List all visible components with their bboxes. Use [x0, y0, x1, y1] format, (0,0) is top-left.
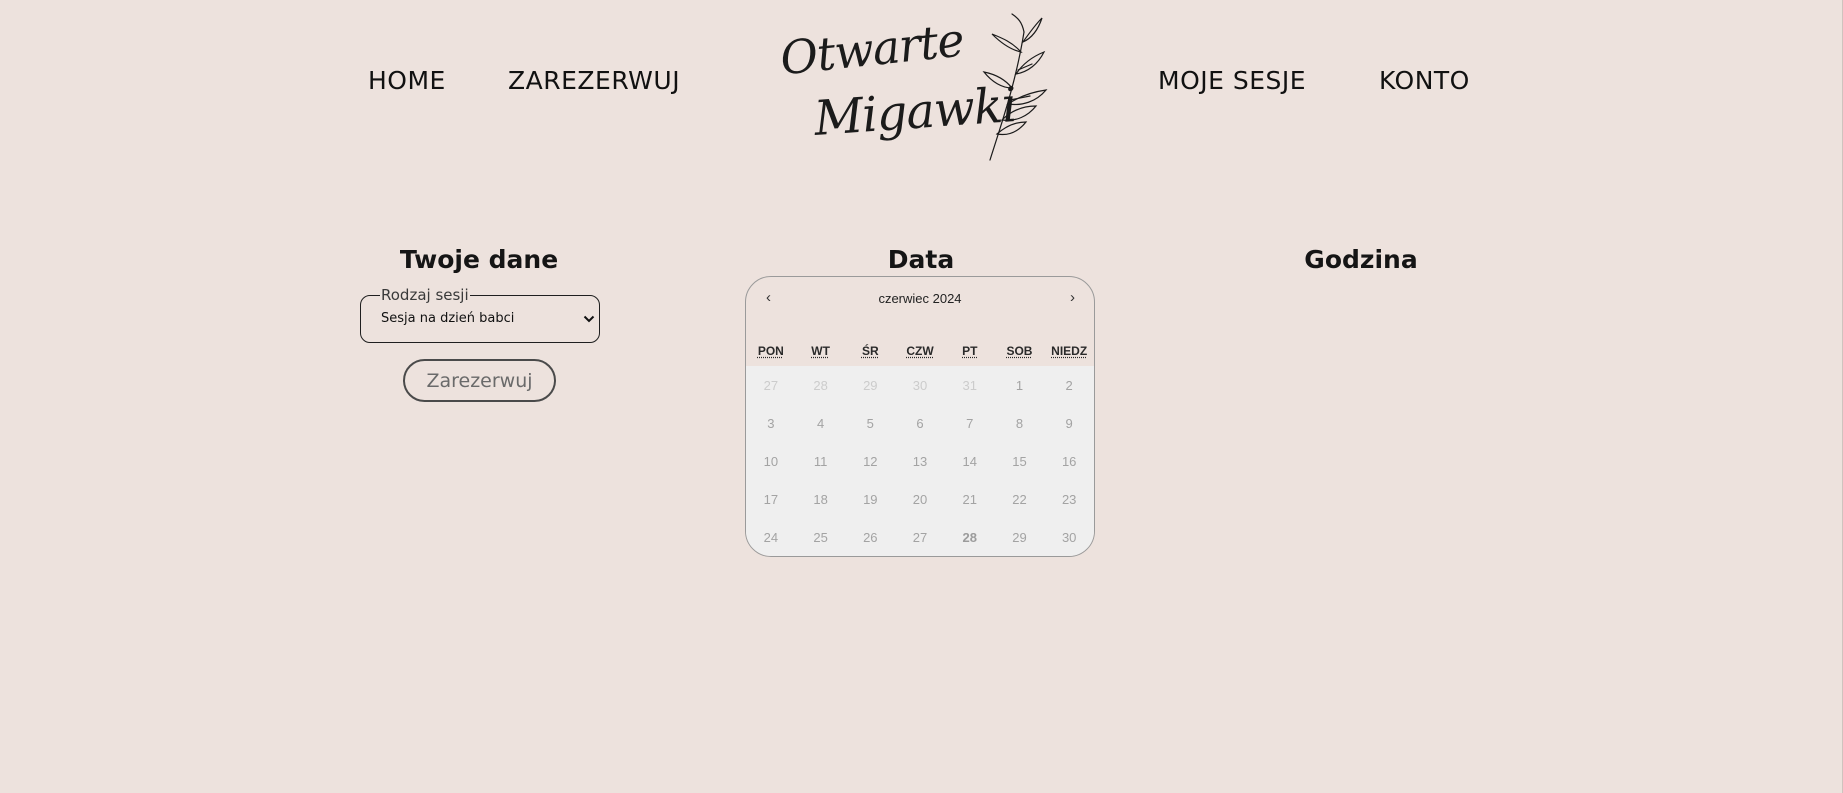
logo-text-line1: Otwarte: [777, 12, 967, 86]
calendar-day-today: 28: [962, 529, 977, 545]
calendar-day: 9: [1065, 415, 1073, 431]
site-logo[interactable]: Otwarte Migawki: [776, 10, 1058, 162]
weekday-fri: PT: [962, 344, 978, 358]
calendar-day: 15: [1012, 453, 1027, 469]
calendar-day: 13: [912, 453, 928, 469]
chevron-down-icon: [583, 315, 595, 323]
calendar-day: 26: [863, 529, 878, 545]
calendar-week-row: 10 11 12 13 14 15 16: [746, 442, 1094, 480]
calendar-day: 8: [1015, 415, 1024, 431]
calendar-day-outside-month: 31: [962, 377, 977, 393]
calendar-day: 20: [912, 491, 928, 507]
branch-icon: [982, 13, 1048, 161]
calendar-day: 7: [966, 415, 974, 431]
nav-book-link[interactable]: ZAREZERWUJ: [508, 66, 680, 95]
weekday-sun: NIEDZ: [1051, 344, 1088, 358]
calendar-day-outside-month: 30: [912, 377, 928, 393]
calendar-day: 19: [863, 491, 878, 507]
calendar-day: 12: [863, 453, 878, 469]
calendar-day: 25: [813, 529, 828, 545]
session-type-value: Sesja na dzień babci: [381, 311, 515, 326]
book-button[interactable]: Zarezerwuj: [403, 359, 556, 402]
calendar-month-label: czerwiec 2024: [878, 291, 962, 306]
calendar-day: 21: [962, 491, 977, 507]
session-type-legend: Rodzaj sesji: [380, 286, 470, 304]
nav-home-link[interactable]: HOME: [368, 66, 446, 95]
calendar-day: 17: [763, 491, 779, 507]
calendar-day: 23: [1061, 491, 1077, 507]
weekday-sat: SOB: [1006, 344, 1033, 358]
calendar-day-outside-month: 28: [813, 377, 828, 393]
calendar-day: 11: [813, 453, 828, 469]
calendar-week-row: 17 18 19 20 21 22 23: [746, 480, 1094, 518]
calendar-day: 30: [1061, 529, 1077, 545]
calendar-day: 29: [1012, 529, 1027, 545]
section-title-date: Data: [887, 244, 955, 274]
calendar-day: 24: [763, 529, 779, 545]
calendar-day: 4: [816, 415, 825, 431]
calendar-day: 27: [912, 529, 928, 545]
calendar-week-row: 24 25 26 27 28 29 30: [746, 518, 1094, 556]
calendar-days-grid: 27 28 29 30 31 1 2 3 4 5 6 7 8 9 10 11 1…: [746, 366, 1094, 556]
calendar-week-row: 27 28 29 30 31 1 2: [746, 366, 1094, 404]
calendar-week-row: 3 4 5 6 7 8 9: [746, 404, 1094, 442]
calendar-day: 22: [1012, 491, 1027, 507]
weekday-wed: ŚR: [861, 344, 879, 358]
calendar-day-outside-month: 29: [863, 377, 878, 393]
date-calendar: ‹ czerwiec 2024 › PON WT ŚR CZW PT SOB N…: [745, 276, 1095, 557]
session-type-select[interactable]: Rodzaj sesji Sesja na dzień babci: [360, 286, 600, 343]
calendar-day: 3: [767, 415, 775, 431]
calendar-day: 1: [1015, 377, 1024, 393]
nav-account-link[interactable]: KONTO: [1379, 66, 1470, 95]
section-title-your-data: Twoje dane: [399, 244, 559, 274]
site-header: HOME ZAREZERWUJ Otwarte Migawki MOJE SES…: [0, 0, 1843, 165]
calendar-day: 2: [1065, 377, 1073, 393]
calendar-day: 5: [866, 415, 874, 431]
section-title-time: Godzina: [1304, 244, 1418, 274]
calendar-day-outside-month: 27: [763, 377, 779, 393]
calendar-day: 16: [1061, 453, 1077, 469]
calendar-day: 14: [962, 453, 977, 469]
calendar-day: 10: [763, 453, 779, 469]
weekday-mon: PON: [757, 344, 784, 358]
calendar-weekday-header: PON WT ŚR CZW PT SOB NIEDZ: [746, 344, 1094, 358]
calendar-next-month-button[interactable]: ›: [1070, 289, 1075, 306]
calendar-day: 18: [813, 491, 828, 507]
weekday-tue: WT: [811, 344, 830, 358]
nav-my-sessions-link[interactable]: MOJE SESJE: [1158, 66, 1306, 95]
calendar-day: 6: [916, 415, 924, 431]
weekday-thu: CZW: [906, 344, 934, 358]
